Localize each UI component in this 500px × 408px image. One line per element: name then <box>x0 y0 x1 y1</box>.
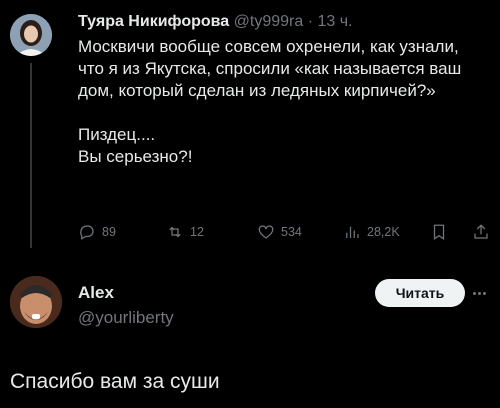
reply-text: Спасибо вам за суши <box>10 370 220 393</box>
tweet-paragraph: Пиздец.... <box>78 125 156 144</box>
bookmark-button[interactable] <box>430 222 448 242</box>
thread-line <box>30 63 32 248</box>
like-count: 534 <box>281 225 302 239</box>
repost-button[interactable]: 12 <box>166 222 204 242</box>
author-handle[interactable]: @ty999ra <box>234 13 304 30</box>
views-button[interactable]: 28,2K <box>343 222 400 242</box>
bookmark-icon <box>433 224 445 240</box>
tweet-paragraph: Вы серьезно?! <box>78 147 193 166</box>
tweet-text: Москвичи вообще совсем охренели, как узн… <box>78 36 483 168</box>
tweet-header: Туяра Никифорова @ty999ra · 13 ч. <box>78 13 353 31</box>
share-button[interactable] <box>472 222 490 242</box>
separator: · <box>307 13 314 30</box>
reply-button[interactable]: 89 <box>78 222 116 242</box>
views-count: 28,2K <box>367 225 400 239</box>
author-avatar[interactable] <box>10 14 52 56</box>
repost-count: 12 <box>190 225 204 239</box>
heart-icon <box>258 225 274 239</box>
tweet-actions: 89 12 534 28,2K <box>78 222 490 242</box>
reply-author-handle[interactable]: @yourliberty <box>78 308 174 328</box>
author-name[interactable]: Туяра Никифорова <box>78 13 229 30</box>
share-icon <box>474 224 488 239</box>
follow-button[interactable]: Читать <box>375 279 465 307</box>
reply-author-avatar[interactable] <box>10 276 62 328</box>
tweet-paragraph: Москвичи вообще совсем охренели, как узн… <box>78 37 462 100</box>
reply-icon <box>80 225 94 240</box>
more-icon[interactable] <box>469 283 489 303</box>
reply-count: 89 <box>102 225 116 239</box>
like-button[interactable]: 534 <box>257 222 302 242</box>
reply-author-name[interactable]: Alex <box>78 283 114 303</box>
views-icon <box>346 226 359 238</box>
tweet-time[interactable]: 13 ч. <box>317 13 352 30</box>
repost-icon <box>169 226 181 238</box>
